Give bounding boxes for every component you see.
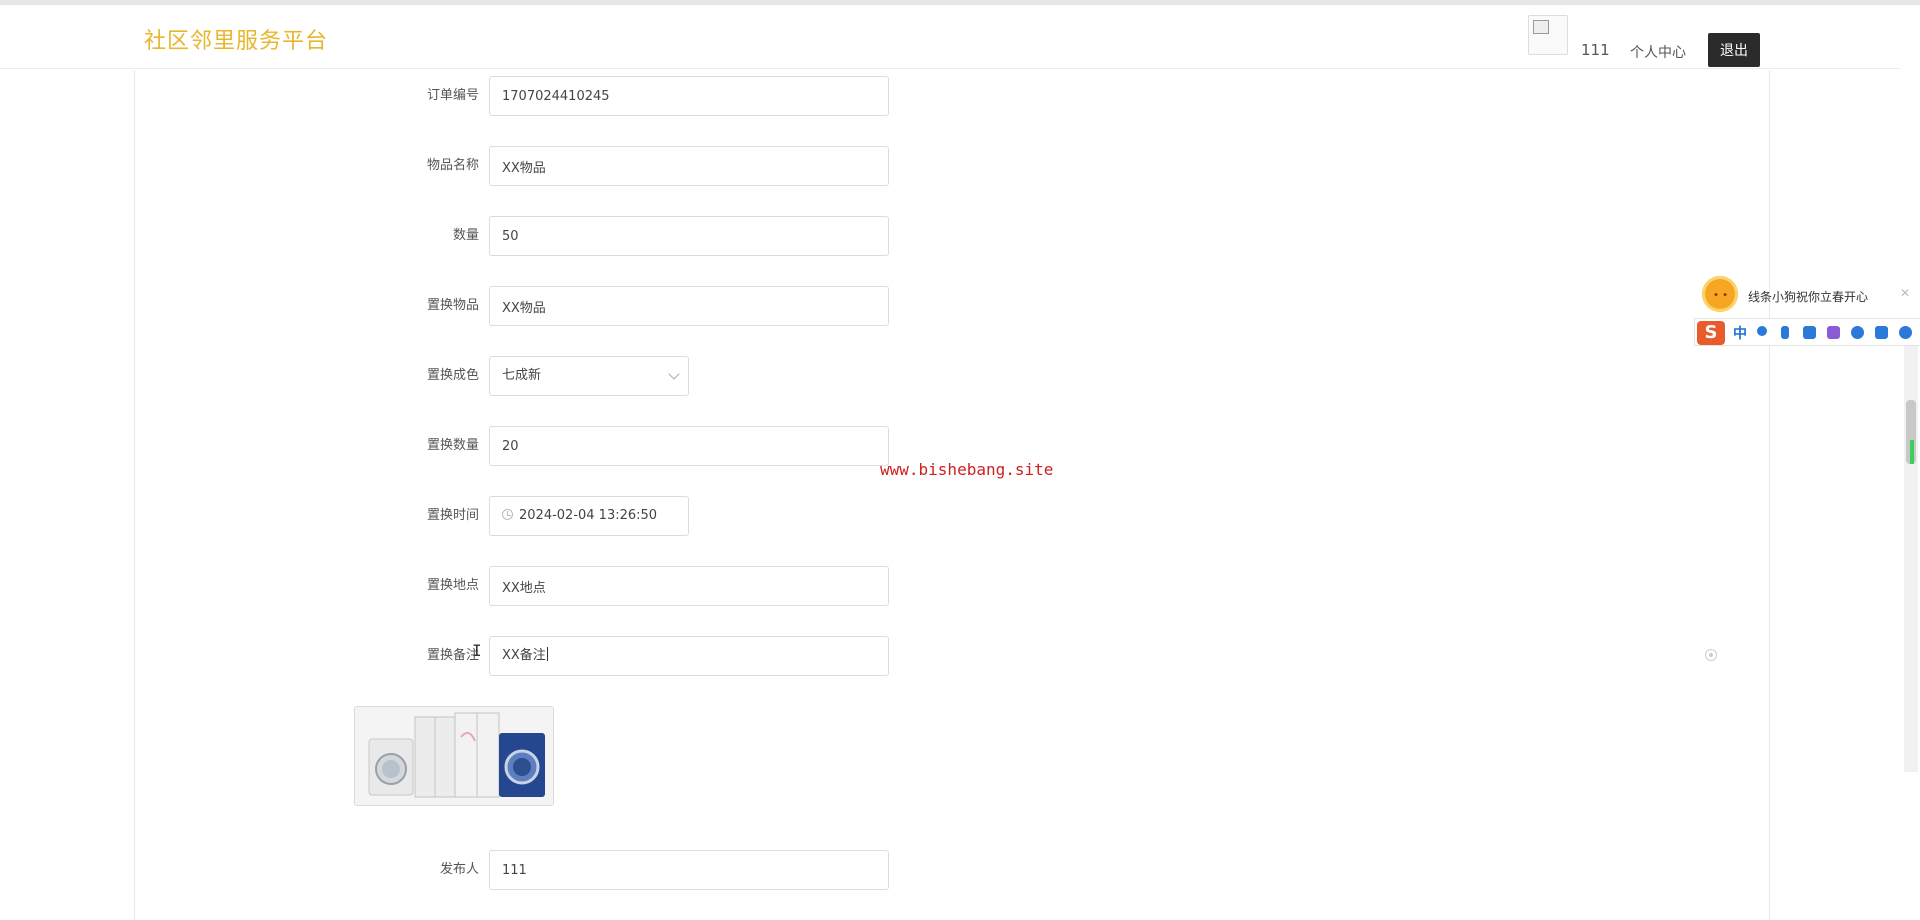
swap-condition-value: 七成新	[502, 368, 542, 383]
row-swap-condition: 置换成色 七成新	[135, 356, 935, 396]
row-swap-location: 置换地点	[135, 566, 935, 606]
settings-gear-icon[interactable]	[1899, 326, 1912, 339]
watermark-text: www.bishebang.site	[880, 460, 1054, 479]
label-swap-quantity: 置换数量	[426, 438, 479, 453]
text-cursor-icon: I	[472, 641, 482, 660]
keyboard-icon[interactable]	[1803, 326, 1816, 339]
assistant-icon[interactable]	[1851, 326, 1864, 339]
order-no-input[interactable]	[489, 76, 889, 116]
row-swap-time: 置换时间 2024-02-04 13:26:50	[135, 496, 935, 536]
row-swap-note: 置换备注 XX备注	[135, 636, 935, 676]
swap-location-input[interactable]	[489, 566, 889, 606]
user-avatar-icon[interactable]	[1528, 15, 1568, 55]
swap-condition-select[interactable]: 七成新	[489, 356, 689, 396]
personal-center-link[interactable]: 个人中心	[1630, 42, 1686, 62]
quantity-input[interactable]	[489, 216, 889, 256]
label-swap-note: 置换备注	[426, 648, 479, 663]
ime-message: 线条小狗祝你立春开心	[1748, 290, 1869, 304]
logout-button[interactable]: 退出	[1708, 33, 1760, 67]
label-swap-condition: 置换成色	[426, 368, 479, 383]
row-quantity: 数量	[135, 216, 935, 256]
site-brand[interactable]: 社区邻里服务平台	[144, 23, 328, 55]
swap-note-input[interactable]: XX备注	[489, 636, 889, 676]
chevron-down-icon	[668, 368, 680, 380]
ime-mode-toggle[interactable]: 中	[1733, 323, 1747, 343]
swap-time-value: 2024-02-04 13:26:50	[519, 508, 658, 523]
label-quantity: 数量	[452, 228, 479, 243]
scroll-indicator	[1910, 440, 1914, 464]
close-icon[interactable]: ✕	[1900, 286, 1910, 300]
appliances-image	[355, 707, 553, 805]
toolbox-icon[interactable]	[1875, 326, 1888, 339]
item-name-input[interactable]	[489, 146, 889, 186]
label-order-no: 订单编号	[426, 88, 479, 103]
sun-mascot-icon: • •	[1702, 276, 1738, 312]
row-order-no: 订单编号	[135, 76, 935, 116]
publisher-input[interactable]	[489, 850, 889, 890]
label-publisher: 发布人	[439, 862, 479, 877]
swap-note-value: XX备注	[502, 648, 546, 663]
ime-toolbar: S 中	[1694, 318, 1920, 346]
punctuation-icon[interactable]	[1757, 326, 1767, 336]
ime-logo-icon[interactable]: S	[1697, 321, 1725, 345]
ime-notification[interactable]: • • 线条小狗祝你立春开心 ✕	[1700, 276, 1920, 316]
row-swap-quantity: 置换数量	[135, 426, 935, 466]
item-image-upload[interactable]	[354, 706, 554, 806]
swap-item-input[interactable]	[489, 286, 889, 326]
header-username[interactable]: 111	[1581, 41, 1610, 59]
label-swap-time: 置换时间	[426, 508, 479, 523]
swap-time-picker[interactable]: 2024-02-04 13:26:50	[489, 496, 689, 536]
row-publisher: 发布人	[135, 850, 935, 890]
label-swap-location: 置换地点	[426, 578, 479, 593]
top-header: 社区邻里服务平台 111 个人中心 退出	[0, 5, 1900, 69]
microphone-icon[interactable]	[1781, 326, 1789, 339]
label-swap-item: 置换物品	[426, 298, 479, 313]
label-item-name: 物品名称	[426, 158, 479, 173]
swap-quantity-input[interactable]	[489, 426, 889, 466]
skin-icon[interactable]	[1827, 326, 1840, 339]
row-item-name: 物品名称	[135, 146, 935, 186]
row-swap-item: 置换物品	[135, 286, 935, 326]
text-caret	[546, 647, 548, 661]
clock-icon	[502, 509, 513, 520]
floating-dot-icon[interactable]	[1705, 649, 1717, 661]
